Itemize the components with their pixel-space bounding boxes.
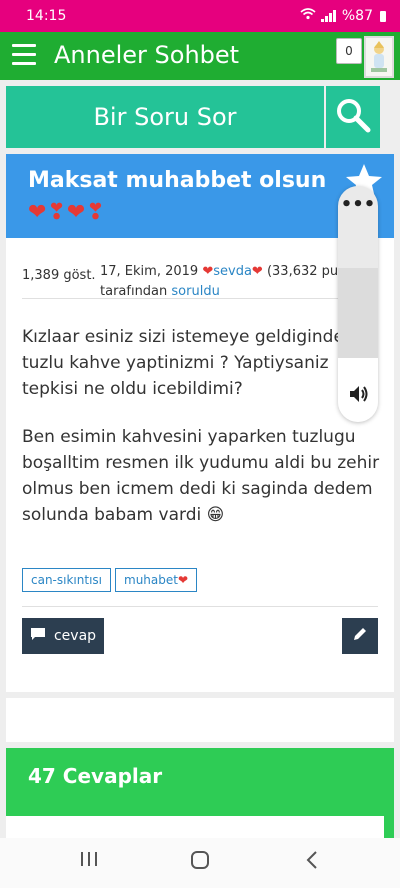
asked-by-label: tarafından	[100, 284, 168, 299]
comment-icon	[30, 627, 46, 645]
view-count: 1,389 göst.	[22, 268, 96, 283]
question-title: Maksat muhabbet olsun	[28, 168, 327, 193]
heart-icon: ❤	[251, 264, 263, 279]
question-body-2: Ben esimin kahvesini yaparken tuzlugu bo…	[22, 427, 380, 525]
more-options-icon[interactable]: •••	[338, 194, 378, 215]
notification-count[interactable]: 0	[336, 38, 362, 64]
pencil-icon	[352, 626, 368, 646]
back-icon[interactable]	[304, 850, 320, 874]
search-icon	[335, 97, 371, 137]
tag-label: muhabet	[124, 573, 178, 587]
signal-icon	[320, 10, 337, 22]
volume-slider[interactable]: •••	[338, 186, 378, 422]
answers-inner	[6, 816, 384, 838]
asked-link[interactable]: soruldu	[171, 284, 219, 299]
status-bar: 14:15 %87	[0, 0, 400, 32]
author-link[interactable]: sevda	[213, 264, 252, 279]
battery-icon	[380, 10, 386, 22]
home-icon[interactable]	[190, 850, 210, 874]
empty-panel	[6, 698, 394, 742]
tag-list: can-sıkıntısı muhabet❤	[22, 568, 198, 592]
question-date: 17, Ekim, 2019	[100, 264, 199, 279]
volume-level	[338, 268, 378, 358]
question-title-emoji: ❤❣❤❣	[28, 200, 106, 225]
divider	[22, 606, 378, 607]
app-title[interactable]: Anneler Sohbet	[54, 41, 239, 69]
tag-muhabet[interactable]: muhabet❤	[115, 568, 198, 592]
status-time: 14:15	[26, 8, 67, 24]
search-button[interactable]	[326, 86, 380, 148]
question-header: Maksat muhabbet olsun ❤❣❤❣	[6, 154, 394, 238]
ask-question-button[interactable]: Bir Soru Sor	[6, 86, 324, 148]
answers-count: 47 Cevaplar	[28, 764, 163, 788]
wifi-icon	[300, 8, 316, 24]
battery-percent: %87	[341, 8, 373, 24]
answers-header: 47 Cevaplar	[6, 748, 394, 808]
divider	[22, 298, 378, 299]
system-nav-bar	[0, 838, 400, 888]
ask-bar: Bir Soru Sor	[6, 86, 380, 148]
recent-apps-icon[interactable]	[80, 850, 98, 872]
tag-can-sikintisi[interactable]: can-sıkıntısı	[22, 568, 111, 592]
edit-button[interactable]	[342, 618, 378, 654]
heart-icon: ❤	[177, 573, 189, 587]
app-bar: Anneler Sohbet 0	[0, 32, 400, 80]
answer-label: cevap	[53, 628, 97, 644]
question-card: 1,389 göst. 17, Ekim, 2019 ❤sevda❤ (33,6…	[6, 238, 394, 692]
answer-button[interactable]: cevap	[22, 618, 104, 654]
avatar[interactable]	[364, 36, 394, 78]
menu-icon[interactable]	[12, 44, 36, 66]
heart-icon: ❤	[202, 264, 214, 279]
question-body-1: Kızlaar esiniz sizi istemeye geldiginde …	[22, 327, 344, 399]
speaker-icon[interactable]	[348, 384, 370, 408]
status-icons: %87	[300, 8, 386, 24]
